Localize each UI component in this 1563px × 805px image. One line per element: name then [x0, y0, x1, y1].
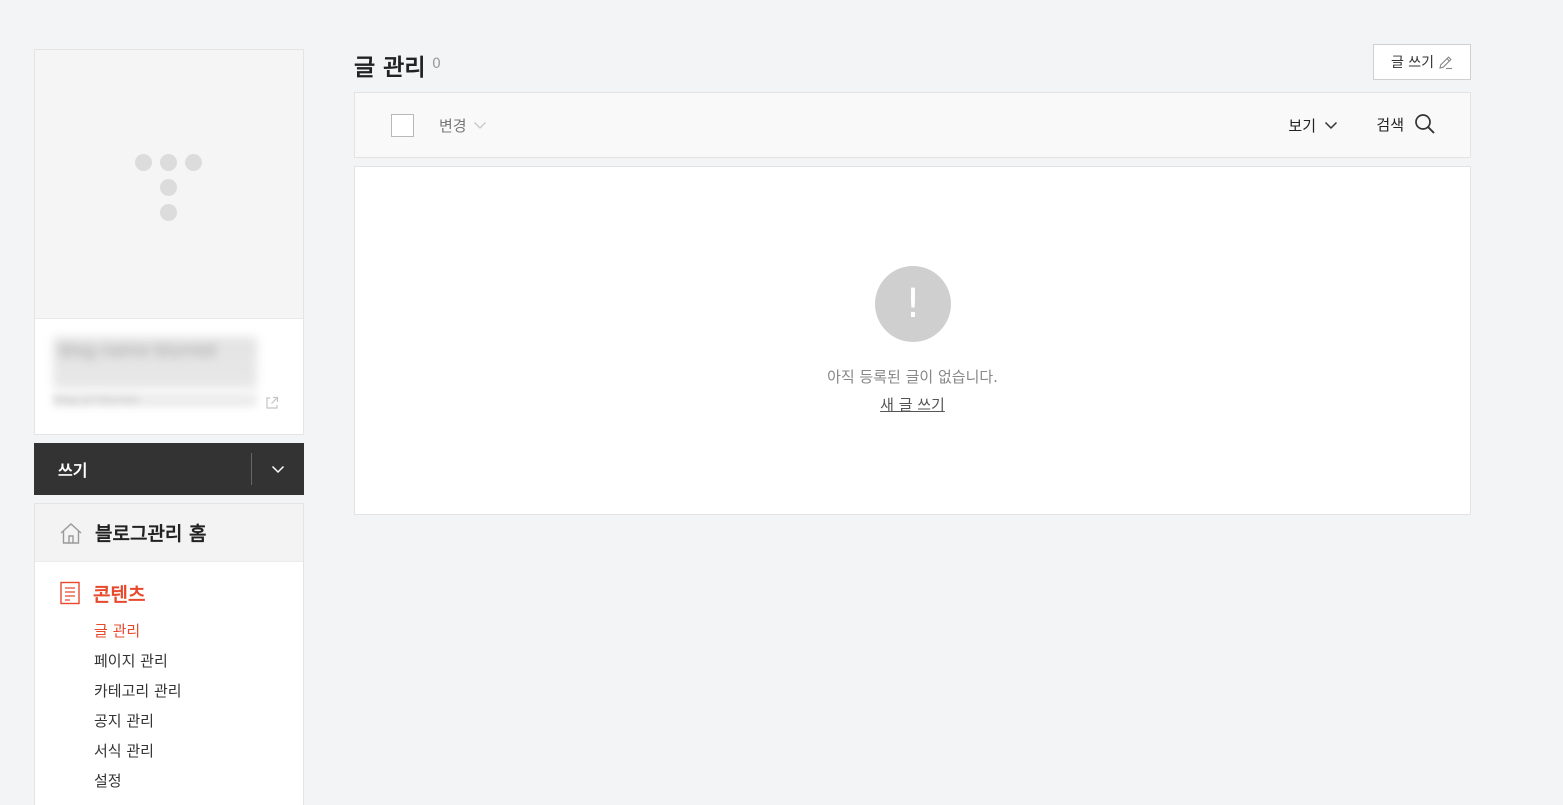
sidebar: blog name blurred blog url blurred 쓰기 블로… — [34, 49, 304, 805]
post-list-panel: ! 아직 등록된 글이 없습니다. 새 글 쓰기 — [354, 166, 1471, 515]
new-post-link[interactable]: 새 글 쓰기 — [880, 396, 945, 414]
external-link-icon[interactable] — [265, 396, 279, 410]
menu-section-content: 콘텐츠 글 관리 페이지 관리 카테고리 관리 공지 관리 서식 관리 설정 — [35, 562, 303, 796]
blog-url: blog url blurred — [53, 393, 257, 407]
chevron-down-icon — [271, 465, 285, 473]
exclamation-icon: ! — [875, 266, 951, 342]
write-bar: 쓰기 — [34, 443, 304, 495]
submenu-item-settings[interactable]: 설정 — [94, 766, 303, 796]
submenu-item-templates[interactable]: 서식 관리 — [94, 736, 303, 766]
menu-section-head[interactable]: 콘텐츠 — [59, 580, 303, 606]
submenu-item-notices[interactable]: 공지 관리 — [94, 706, 303, 736]
change-dropdown-label: 변경 — [439, 117, 467, 135]
select-all-checkbox[interactable] — [391, 114, 414, 137]
submenu-item-categories[interactable]: 카테고리 관리 — [94, 676, 303, 706]
chevron-down-icon — [1324, 121, 1338, 130]
write-post-button-label: 글 쓰기 — [1390, 55, 1435, 71]
page-title: 글 관리 — [354, 55, 426, 81]
profile-card: blog name blurred blog url blurred — [34, 49, 304, 435]
menu-card: 블로그관리 홈 콘텐츠 글 관리 페이지 관리 카테고리 관리 공지 관리 서식… — [34, 503, 304, 805]
pencil-icon — [1439, 55, 1453, 69]
empty-message: 아직 등록된 글이 없습니다. — [827, 368, 998, 386]
search-button-label: 검색 — [1376, 115, 1404, 134]
main-content: 글 관리 0 글 쓰기 변경 보기 검색 ! 아직 등록된 글이 없습니다. 새… — [354, 44, 1471, 515]
app-root: blog name blurred blog url blurred 쓰기 블로… — [0, 0, 1563, 805]
menu-section-label: 콘텐츠 — [93, 583, 146, 606]
post-toolbar: 변경 보기 검색 — [354, 92, 1471, 158]
post-count: 0 — [432, 56, 441, 72]
home-icon — [60, 522, 82, 544]
submenu-item-pages[interactable]: 페이지 관리 — [94, 646, 303, 676]
search-icon — [1415, 114, 1435, 134]
blog-name[interactable]: blog name blurred — [53, 337, 257, 389]
submenu: 글 관리 페이지 관리 카테고리 관리 공지 관리 서식 관리 설정 — [59, 616, 303, 796]
write-post-button[interactable]: 글 쓰기 — [1373, 44, 1471, 80]
page-header: 글 관리 0 글 쓰기 — [354, 44, 1471, 92]
blog-info: blog name blurred blog url blurred — [35, 319, 303, 434]
change-dropdown[interactable]: 변경 — [439, 115, 487, 136]
write-dropdown-toggle[interactable] — [252, 443, 304, 495]
tistory-logo-icon — [135, 154, 203, 222]
view-dropdown[interactable]: 보기 — [1288, 115, 1338, 136]
menu-home[interactable]: 블로그관리 홈 — [35, 504, 303, 562]
write-button[interactable]: 쓰기 — [34, 457, 251, 481]
submenu-item-posts[interactable]: 글 관리 — [94, 616, 303, 646]
new-post-link-wrap: 새 글 쓰기 — [355, 394, 1470, 415]
view-dropdown-label: 보기 — [1288, 117, 1316, 135]
blog-image[interactable] — [35, 50, 303, 319]
document-icon — [60, 581, 80, 605]
menu-home-label: 블로그관리 홈 — [95, 523, 207, 545]
search-button[interactable]: 검색 — [1376, 113, 1436, 135]
chevron-down-icon — [473, 122, 486, 129]
